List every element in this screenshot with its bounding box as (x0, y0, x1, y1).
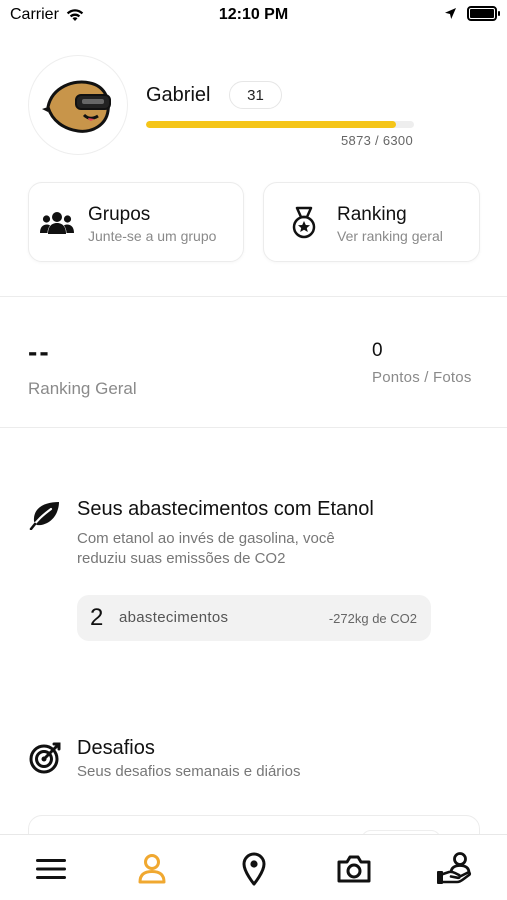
xp-progress-bar (146, 121, 414, 128)
refuel-count-label: abastecimentos (119, 609, 229, 626)
divider (0, 296, 507, 297)
avatar-mascot-icon (42, 80, 111, 133)
account-tab[interactable] (434, 849, 474, 889)
camera-tab[interactable] (334, 849, 374, 889)
groups-subtitle: Junte-se a um grupo (88, 228, 217, 244)
status-bar: Carrier 12:10 PM (0, 0, 507, 34)
hand-user-icon (437, 852, 472, 884)
menu-icon (36, 859, 66, 879)
divider (0, 427, 507, 428)
avatar[interactable] (28, 55, 128, 155)
xp-text: 5873 / 6300 (341, 133, 413, 148)
groups-card[interactable]: Grupos Junte-se a um grupo (28, 182, 244, 262)
level-badge: 31 (229, 81, 282, 109)
menu-tab[interactable] (31, 849, 71, 889)
ranking-title: Ranking (337, 204, 407, 225)
user-name: Gabriel (146, 84, 211, 106)
leaf-icon (27, 497, 63, 533)
groups-title: Grupos (88, 204, 151, 225)
points-label: Pontos / Fotos (372, 369, 472, 386)
profile-icon (138, 854, 166, 884)
ranking-card[interactable]: Ranking Ver ranking geral (263, 182, 480, 262)
profile-tab[interactable] (132, 849, 172, 889)
map-tab[interactable] (234, 849, 274, 889)
refuel-count: 2 (90, 604, 104, 631)
ranking-subtitle: Ver ranking geral (337, 228, 443, 244)
ethanol-subtitle-line1: Com etanol ao invés de gasolina, você (77, 530, 335, 547)
camera-icon (337, 855, 371, 883)
co2-reduction: -272kg de CO2 (328, 611, 417, 626)
ranking-value: -- (28, 336, 51, 367)
status-right (444, 6, 500, 21)
challenges-title: Desafios (77, 737, 155, 759)
points-value: 0 (372, 340, 383, 361)
users-icon (39, 205, 75, 241)
ethanol-title: Seus abastecimentos com Etanol (77, 498, 374, 520)
location-arrow-icon (445, 8, 456, 19)
ranking-label: Ranking Geral (28, 379, 137, 398)
ethanol-summary: 2 abastecimentos -272kg de CO2 (77, 595, 431, 641)
tab-bar (0, 834, 507, 900)
battery-icon (467, 6, 500, 21)
challenges-subtitle: Seus desafios semanais e diários (77, 763, 301, 780)
xp-progress-fill (146, 121, 396, 128)
map-pin-icon (242, 852, 266, 886)
status-time: 12:10 PM (218, 6, 289, 23)
ethanol-subtitle-line2: reduziu suas emissões de CO2 (77, 550, 286, 567)
target-icon (27, 740, 63, 776)
medal-icon (286, 205, 322, 241)
